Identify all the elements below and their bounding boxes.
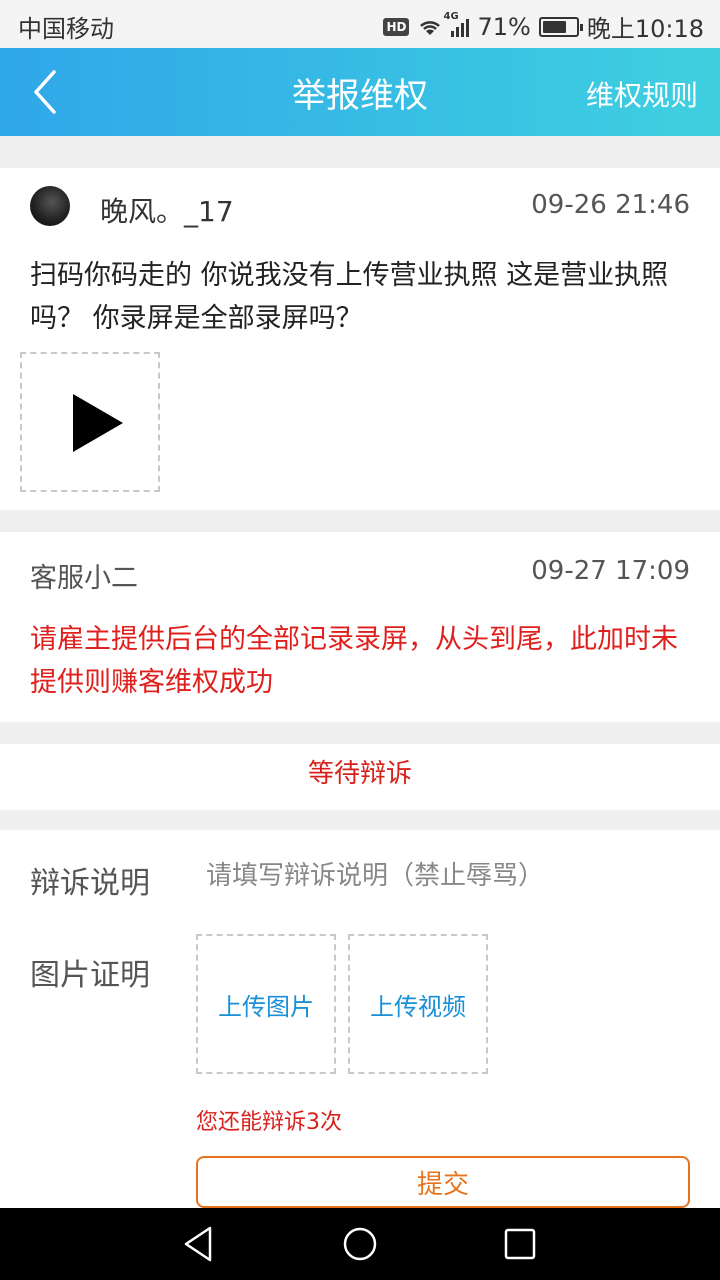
app-header: 举报维权 维权规则 — [0, 48, 720, 136]
report-post: 晚风。_17 09-26 21:46 扫码你码走的 你说我没有上传营业执照 这是… — [0, 168, 720, 510]
carrier-name: 中国移动 — [18, 15, 114, 43]
avatar[interactable] — [30, 186, 70, 226]
reply-time: 09-27 17:09 — [531, 556, 690, 586]
post-time: 09-26 21:46 — [531, 190, 690, 220]
upload-image-label: 上传图片 — [218, 992, 314, 1021]
wifi-icon — [420, 20, 441, 35]
appeal-form: 辩诉说明 图片证明 上传图片 上传视频 您还能辩诉3次 提交 — [0, 830, 720, 1208]
reply-author: 客服小二 — [30, 563, 138, 594]
status-icons: HD 4G 71% 晚上10:18 — [383, 9, 704, 44]
explain-label: 辩诉说明 — [30, 866, 150, 901]
play-icon — [73, 394, 123, 452]
reply-content: 请雇主提供后台的全部记录录屏，从头到尾，此加时未提供则赚客维权成功 — [30, 624, 678, 698]
username: 晚风。_17 — [100, 195, 234, 228]
explain-input[interactable] — [206, 854, 686, 898]
video-thumbnail[interactable] — [20, 352, 160, 492]
status-bar: 中国移动 HD 4G 71% 晚上10:18 — [0, 0, 720, 48]
clock: 晚上10:18 — [586, 15, 704, 43]
nav-recents-button[interactable] — [500, 1224, 540, 1264]
network-type: 4G — [443, 10, 459, 22]
proof-label: 图片证明 — [30, 958, 150, 993]
appeal-status: 等待辩诉 — [0, 744, 720, 810]
hd-icon: HD — [383, 17, 410, 36]
battery-icon — [538, 16, 583, 37]
nav-home-button[interactable] — [340, 1224, 380, 1264]
signal-icon: 4G — [443, 11, 470, 37]
nav-back-button[interactable] — [180, 1224, 220, 1264]
upload-image-button[interactable]: 上传图片 — [196, 934, 336, 1074]
battery-percent: 71% — [477, 12, 531, 41]
upload-video-label: 上传视频 — [370, 992, 466, 1021]
submit-label: 提交 — [416, 1169, 469, 1200]
submit-button[interactable]: 提交 — [196, 1156, 690, 1208]
circle-home-icon — [343, 1227, 377, 1261]
status-label: 等待辩诉 — [307, 759, 412, 789]
square-recents-icon — [504, 1228, 536, 1260]
system-nav-bar — [0, 1208, 720, 1280]
post-content: 扫码你码走的 你说我没有上传营业执照 这是营业执照吗？ 你录屏是全部录屏吗？ — [30, 260, 669, 334]
triangle-back-icon — [184, 1226, 212, 1262]
remaining-appeals: 您还能辩诉3次 — [196, 1110, 342, 1135]
staff-reply: 客服小二 09-27 17:09 请雇主提供后台的全部记录录屏，从头到尾，此加时… — [0, 532, 720, 722]
upload-video-button[interactable]: 上传视频 — [348, 934, 488, 1074]
rules-link[interactable]: 维权规则 — [586, 74, 698, 114]
